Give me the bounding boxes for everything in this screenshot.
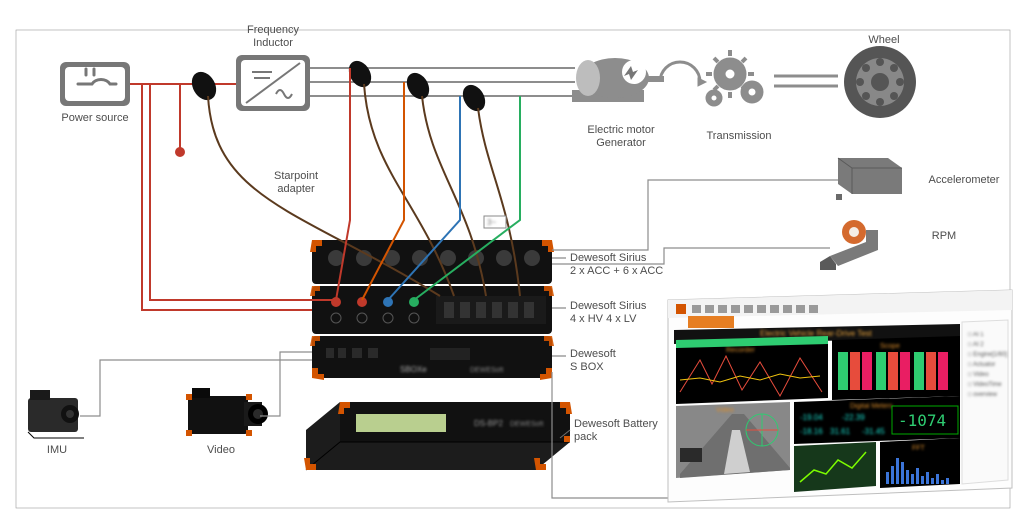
svg-text:-19.04: -19.04 <box>800 413 823 422</box>
svg-text:DEWESoft: DEWESoft <box>470 367 504 374</box>
svg-text:FFT: FFT <box>912 445 926 452</box>
svg-text:□ Video: □ Video <box>968 372 989 378</box>
svg-text:□ Actuator: □ Actuator <box>968 362 995 368</box>
electric-motor-icon <box>572 58 664 102</box>
three-phase-tag: 3~ <box>484 216 506 228</box>
svg-text:Recorder: Recorder <box>726 347 755 354</box>
svg-text:DEWESoft: DEWESoft <box>510 421 544 428</box>
power-source-label: Power source <box>60 112 130 125</box>
battery-pack-icon: DS-BP2 DEWESoft <box>304 402 572 470</box>
battery-label: Dewesoft Battery pack <box>574 418 694 443</box>
svg-text:31.61: 31.61 <box>830 427 851 436</box>
daq-stack: SBOXe DEWESoft <box>310 240 554 380</box>
starpoint-adapter-label: Starpoint adapter <box>256 170 336 195</box>
sbox-label: Dewesoft S BOX <box>570 348 690 373</box>
diagram-canvas: SBOXe DEWESoft DS-BP2 DEWESoft <box>0 0 1024 518</box>
transmission-label: Transmission <box>694 130 784 143</box>
svg-text:-22.39: -22.39 <box>842 413 865 422</box>
wheel-label: Wheel <box>854 34 914 47</box>
power-source-icon <box>60 62 130 106</box>
svg-text:Scope: Scope <box>880 343 900 350</box>
svg-text:-18.16: -18.16 <box>800 427 823 436</box>
video-label: Video <box>196 444 246 457</box>
sirius-acc-label: Dewesoft Sirius 2 x ACC + 6 x ACC <box>570 252 690 277</box>
frequency-inductor-icon <box>236 55 310 111</box>
sirius-hv-label: Dewesoft Sirius 4 x HV 4 x LV <box>570 300 690 325</box>
frequency-inductor-label: Frequency Inductor <box>238 24 308 49</box>
svg-text:3~: 3~ <box>487 218 496 227</box>
svg-text:DS-BP2: DS-BP2 <box>474 419 503 428</box>
svg-text:□ Engine[1/60]: □ Engine[1/60] <box>968 352 1007 358</box>
svg-text:-1074: -1074 <box>898 411 946 430</box>
svg-text:-31.45: -31.45 <box>862 427 885 436</box>
svg-text:□ AI 2: □ AI 2 <box>968 342 984 348</box>
software-window: Electric Vehicle Rear-Drive Test Recorde… <box>668 290 1012 502</box>
electric-motor-label: Electric motor Generator <box>576 124 666 149</box>
imu-icon <box>28 390 84 438</box>
svg-text:□ VideoTime: □ VideoTime <box>968 382 1002 388</box>
imu-label: IMU <box>32 444 82 457</box>
video-camera-icon <box>186 388 268 436</box>
svg-text:□ AI 1: □ AI 1 <box>968 332 984 338</box>
svg-text:□ overview: □ overview <box>968 392 998 398</box>
svg-text:Digital Meters: Digital Meters <box>850 403 893 410</box>
svg-text:Video: Video <box>716 407 734 414</box>
wire-red <box>130 84 335 310</box>
wheel-icon <box>844 46 916 118</box>
transmission-icon <box>660 50 763 106</box>
axle-lines <box>774 76 838 86</box>
svg-text:SBOXe: SBOXe <box>400 365 427 374</box>
rpm-label: RPM <box>914 230 974 243</box>
rpm-sensor-icon <box>820 220 878 270</box>
accelerometer-icon <box>836 158 902 200</box>
accelerometer-label: Accelerometer <box>914 174 1014 187</box>
